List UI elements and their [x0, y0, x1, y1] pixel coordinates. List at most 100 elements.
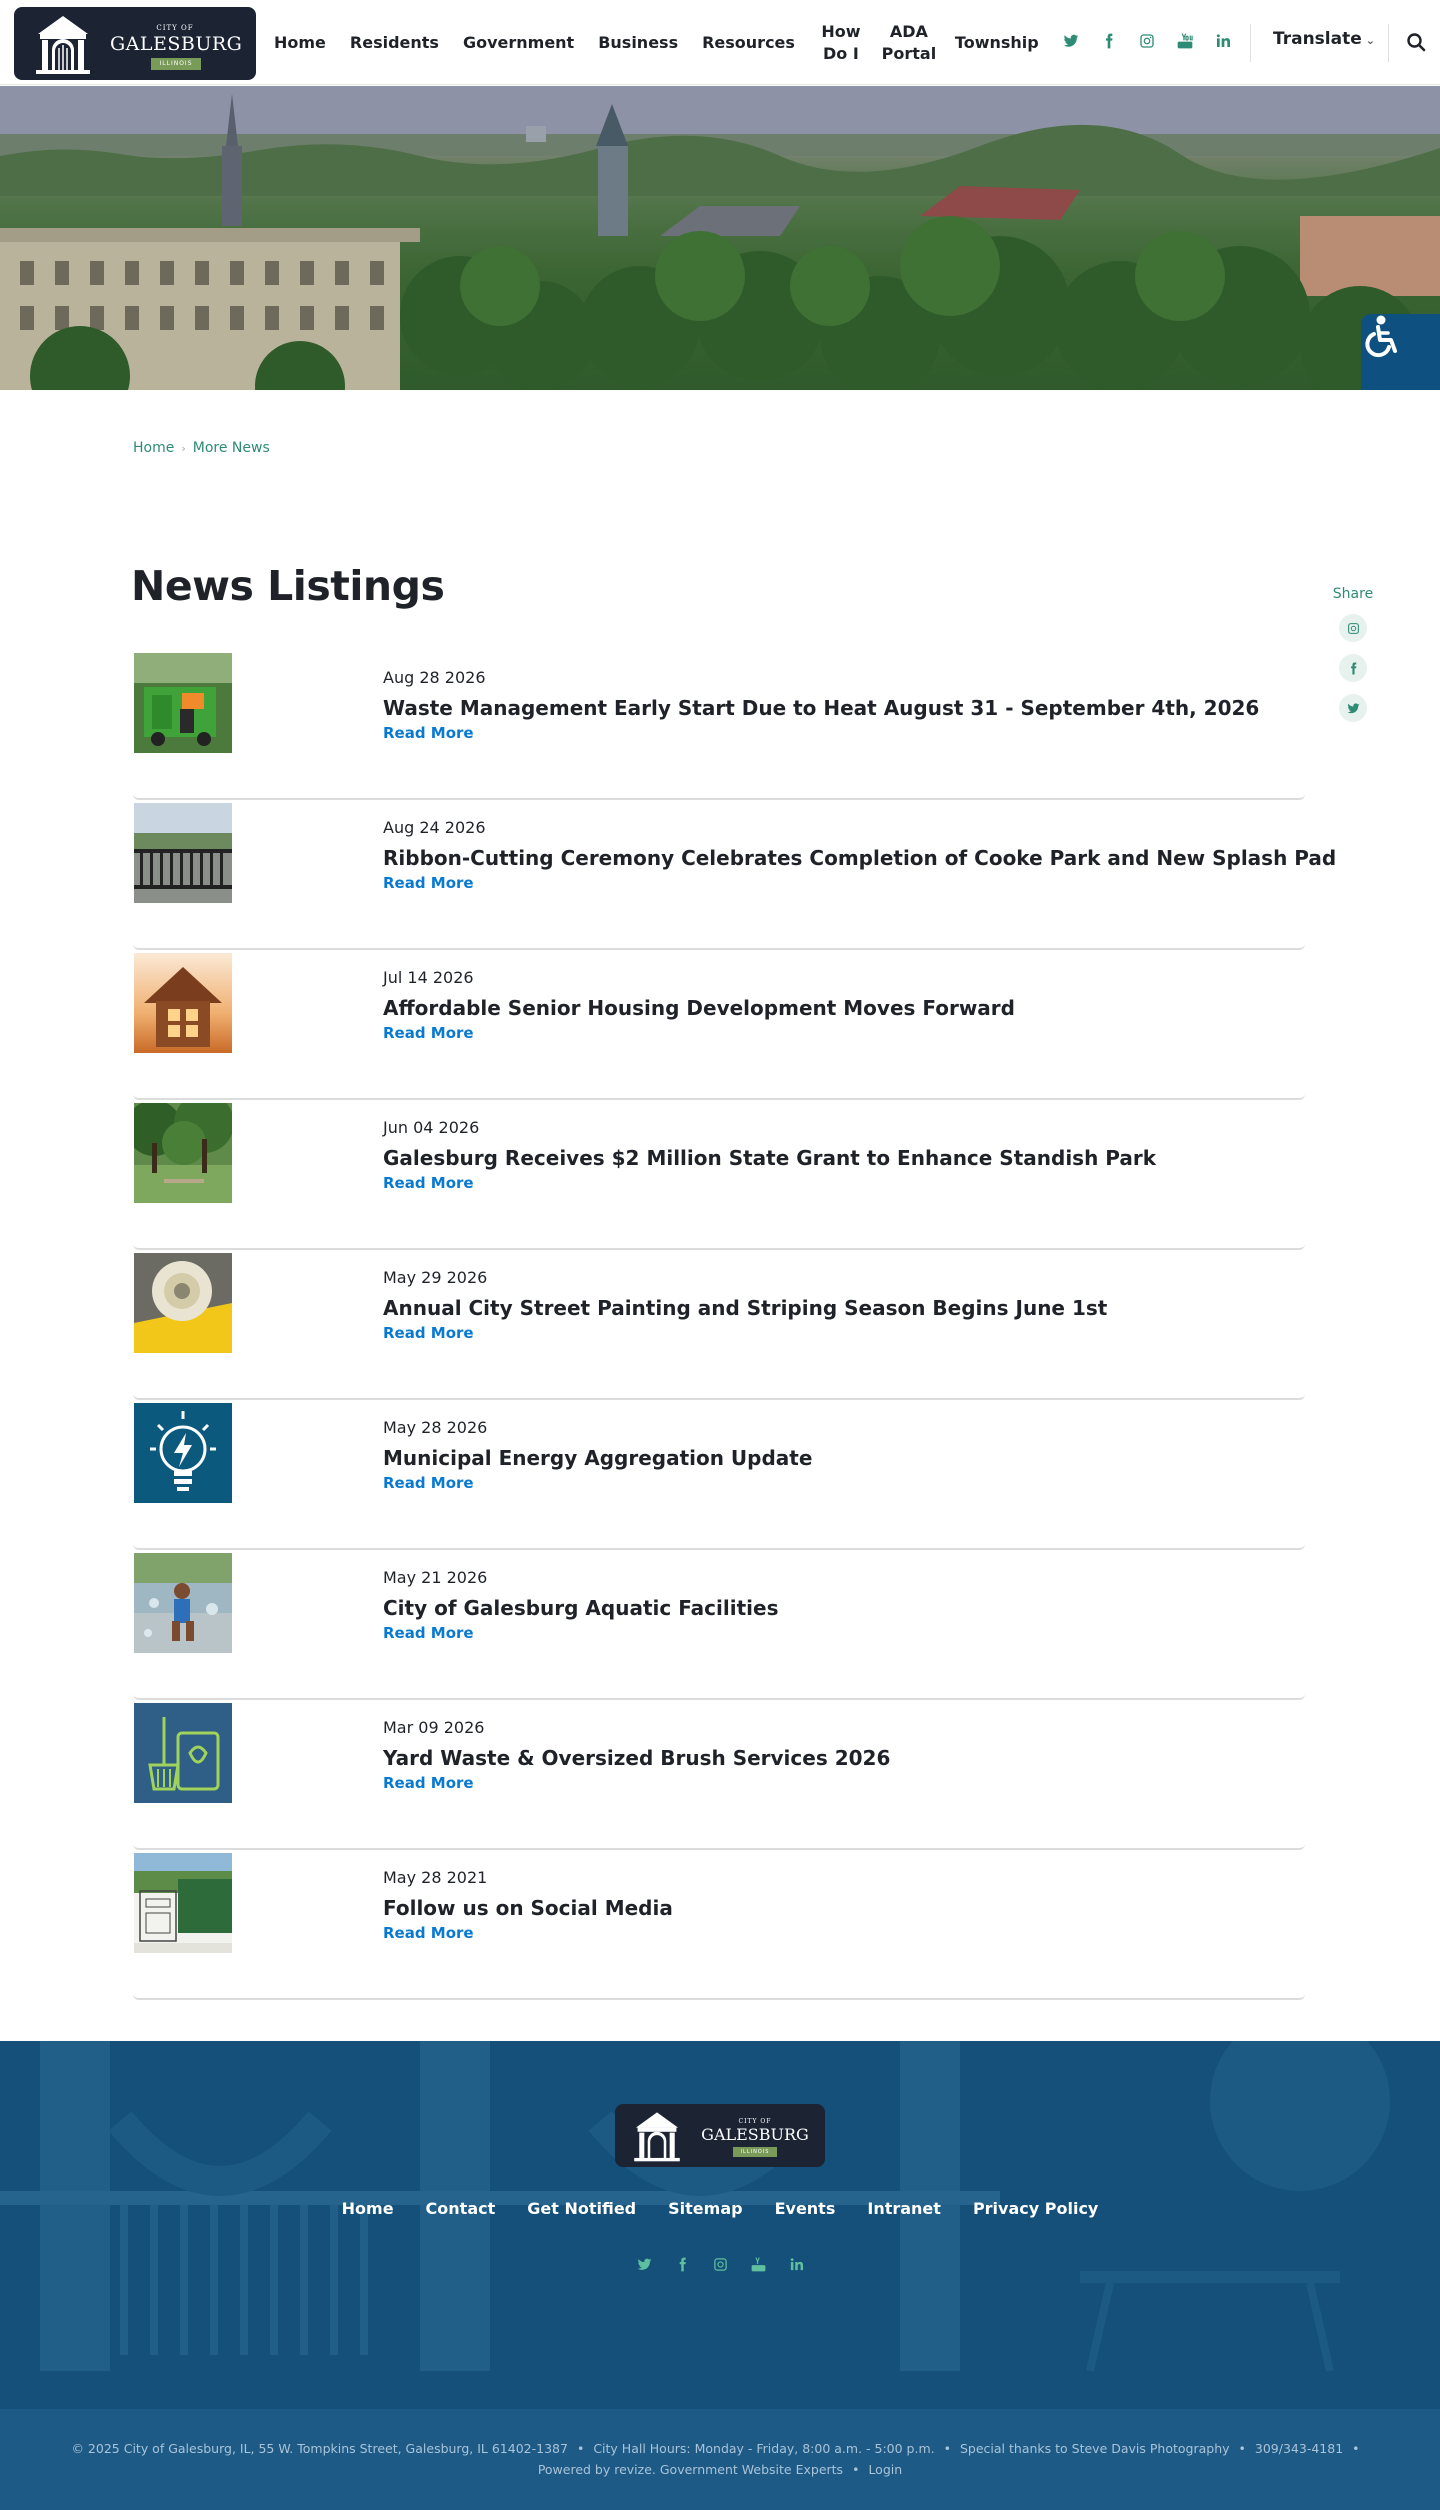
nav-township[interactable]: Township — [943, 32, 1051, 54]
linkedin-icon[interactable] — [1212, 30, 1234, 52]
news-item[interactable]: May 28 2026 Municipal Energy Aggregation… — [133, 1400, 1305, 1550]
news-list: Aug 28 2026 Waste Management Early Start… — [133, 650, 1336, 2000]
footer-login-link[interactable]: Login — [868, 2462, 902, 2477]
read-more-link[interactable]: Read More — [383, 1174, 474, 1192]
news-title[interactable]: Affordable Senior Housing Development Mo… — [383, 996, 1015, 1020]
city-logo[interactable]: CITY OF GALESBURG ILLINOIS — [14, 7, 256, 80]
twitter-icon[interactable] — [1060, 30, 1082, 52]
footer-hours: City Hall Hours: Monday - Friday, 8:00 a… — [593, 2441, 935, 2456]
wheelchair-icon — [1365, 315, 1397, 358]
translate-dropdown[interactable]: Translate ⌄ — [1273, 29, 1375, 49]
news-item[interactable]: Aug 24 2026 Ribbon-Cutting Ceremony Cele… — [133, 800, 1336, 950]
city-hall-logo-icon — [629, 2109, 685, 2163]
news-date: Jul 14 2026 — [383, 968, 474, 987]
footer-powered-by[interactable]: Powered by revize. Government Website Ex… — [538, 2462, 843, 2477]
youtube-icon[interactable] — [1174, 30, 1196, 52]
read-more-link[interactable]: Read More — [383, 874, 474, 892]
footer-copyright: © 2025 City of Galesburg, IL, 55 W. Tomp… — [71, 2441, 568, 2456]
news-title[interactable]: Waste Management Early Start Due to Heat… — [383, 696, 1259, 720]
nav-ada-portal[interactable]: ADA Portal — [875, 21, 943, 65]
footer-link-events[interactable]: Events — [775, 2199, 836, 2218]
news-date: May 21 2026 — [383, 1568, 488, 1587]
bullet-separator: • — [1238, 2441, 1246, 2456]
facebook-icon[interactable] — [1098, 30, 1120, 52]
footer-link-sitemap[interactable]: Sitemap — [668, 2199, 742, 2218]
news-item[interactable]: Jun 04 2026 Galesburg Receives $2 Millio… — [133, 1100, 1305, 1250]
footer-info-line: © 2025 City of Galesburg, IL, 55 W. Tomp… — [0, 2441, 1440, 2456]
share-instagram-button[interactable] — [1339, 614, 1367, 642]
nav-resources[interactable]: Resources — [690, 32, 807, 54]
news-item[interactable]: May 28 2021 Follow us on Social Media Re… — [133, 1850, 1305, 2000]
news-title[interactable]: City of Galesburg Aquatic Facilities — [383, 1596, 779, 1620]
linkedin-icon[interactable] — [785, 2253, 807, 2275]
news-date: Jun 04 2026 — [383, 1118, 480, 1137]
news-thumbnail-yard-waste[interactable] — [134, 1703, 232, 1803]
footer-link-home[interactable]: Home — [342, 2199, 394, 2218]
footer-link-privacy-policy[interactable]: Privacy Policy — [973, 2199, 1098, 2218]
news-title[interactable]: Annual City Street Painting and Striping… — [383, 1296, 1107, 1320]
news-item[interactable]: May 21 2026 City of Galesburg Aquatic Fa… — [133, 1550, 1305, 1700]
footer-link-intranet[interactable]: Intranet — [867, 2199, 941, 2218]
read-more-link[interactable]: Read More — [383, 1924, 474, 1942]
page-title: News Listings — [131, 562, 445, 610]
share-label: Share — [1332, 586, 1374, 602]
news-thumbnail-paint-roller[interactable] — [134, 1253, 232, 1353]
news-title[interactable]: Municipal Energy Aggregation Update — [383, 1446, 812, 1470]
news-thumbnail-splash-pad[interactable] — [134, 1553, 232, 1653]
news-title[interactable]: Ribbon-Cutting Ceremony Celebrates Compl… — [383, 846, 1336, 870]
instagram-icon — [1347, 622, 1359, 634]
hero-banner-image — [0, 86, 1440, 390]
read-more-link[interactable]: Read More — [383, 1474, 474, 1492]
breadcrumb-current[interactable]: More News — [193, 440, 270, 456]
nav-business[interactable]: Business — [586, 32, 690, 54]
header-divider — [1250, 24, 1251, 62]
search-icon[interactable] — [1406, 32, 1426, 52]
news-thumbnail-garbage-truck[interactable] — [134, 653, 232, 753]
news-thumbnail-park-trees[interactable] — [134, 1103, 232, 1203]
breadcrumb: Home › More News — [133, 440, 270, 456]
news-item[interactable]: Aug 28 2026 Waste Management Early Start… — [133, 650, 1305, 800]
share-twitter-button[interactable] — [1339, 694, 1367, 722]
twitter-icon[interactable] — [633, 2253, 655, 2275]
news-title[interactable]: Galesburg Receives $2 Million State Gran… — [383, 1146, 1156, 1170]
read-more-link[interactable]: Read More — [383, 1774, 474, 1792]
footer-link-contact[interactable]: Contact — [426, 2199, 496, 2218]
news-thumbnail-social-graphic[interactable] — [134, 1853, 232, 1953]
news-item[interactable]: May 29 2026 Annual City Street Painting … — [133, 1250, 1305, 1400]
breadcrumb-home[interactable]: Home — [133, 440, 174, 456]
share-panel: Share — [1323, 586, 1383, 722]
read-more-link[interactable]: Read More — [383, 1624, 474, 1642]
facebook-icon — [1350, 662, 1356, 674]
instagram-icon[interactable] — [709, 2253, 731, 2275]
news-thumbnail-lightbulb[interactable] — [134, 1403, 232, 1503]
footer-logo[interactable]: CITY OF GALESBURG ILLINOIS — [615, 2104, 825, 2167]
share-facebook-button[interactable] — [1339, 654, 1367, 682]
accessibility-button[interactable] — [1361, 314, 1440, 390]
nav-government[interactable]: Government — [451, 32, 586, 54]
read-more-link[interactable]: Read More — [383, 724, 474, 742]
news-thumbnail-house-sunset[interactable] — [134, 953, 232, 1053]
bullet-separator: • — [576, 2441, 585, 2456]
facebook-icon[interactable] — [671, 2253, 693, 2275]
instagram-icon[interactable] — [1136, 30, 1158, 52]
news-thumbnail-park-fence[interactable] — [134, 803, 232, 903]
nav-how-do-i[interactable]: How Do I — [807, 21, 875, 65]
news-date: May 28 2026 — [383, 1418, 488, 1437]
footer-link-get-notified[interactable]: Get Notified — [527, 2199, 636, 2218]
nav-home[interactable]: Home — [262, 32, 338, 54]
nav-residents[interactable]: Residents — [338, 32, 451, 54]
translate-label: Translate — [1273, 29, 1362, 49]
footer-bottom-bar: © 2025 City of Galesburg, IL, 55 W. Tomp… — [0, 2409, 1440, 2510]
news-title[interactable]: Follow us on Social Media — [383, 1896, 673, 1920]
footer-photo-credit[interactable]: Special thanks to Steve Davis Photograph… — [960, 2441, 1230, 2456]
footer-phone[interactable]: 309/343-4181 — [1255, 2441, 1343, 2456]
read-more-link[interactable]: Read More — [383, 1324, 474, 1342]
youtube-icon[interactable] — [747, 2253, 769, 2275]
read-more-link[interactable]: Read More — [383, 1024, 474, 1042]
city-hall-logo-icon — [30, 12, 96, 76]
news-title[interactable]: Yard Waste & Oversized Brush Services 20… — [383, 1746, 890, 1770]
news-item[interactable]: Jul 14 2026 Affordable Senior Housing De… — [133, 950, 1305, 1100]
bullet-separator: • — [852, 2462, 860, 2477]
logo-state: ILLINOIS — [733, 2147, 777, 2157]
news-item[interactable]: Mar 09 2026 Yard Waste & Oversized Brush… — [133, 1700, 1305, 1850]
